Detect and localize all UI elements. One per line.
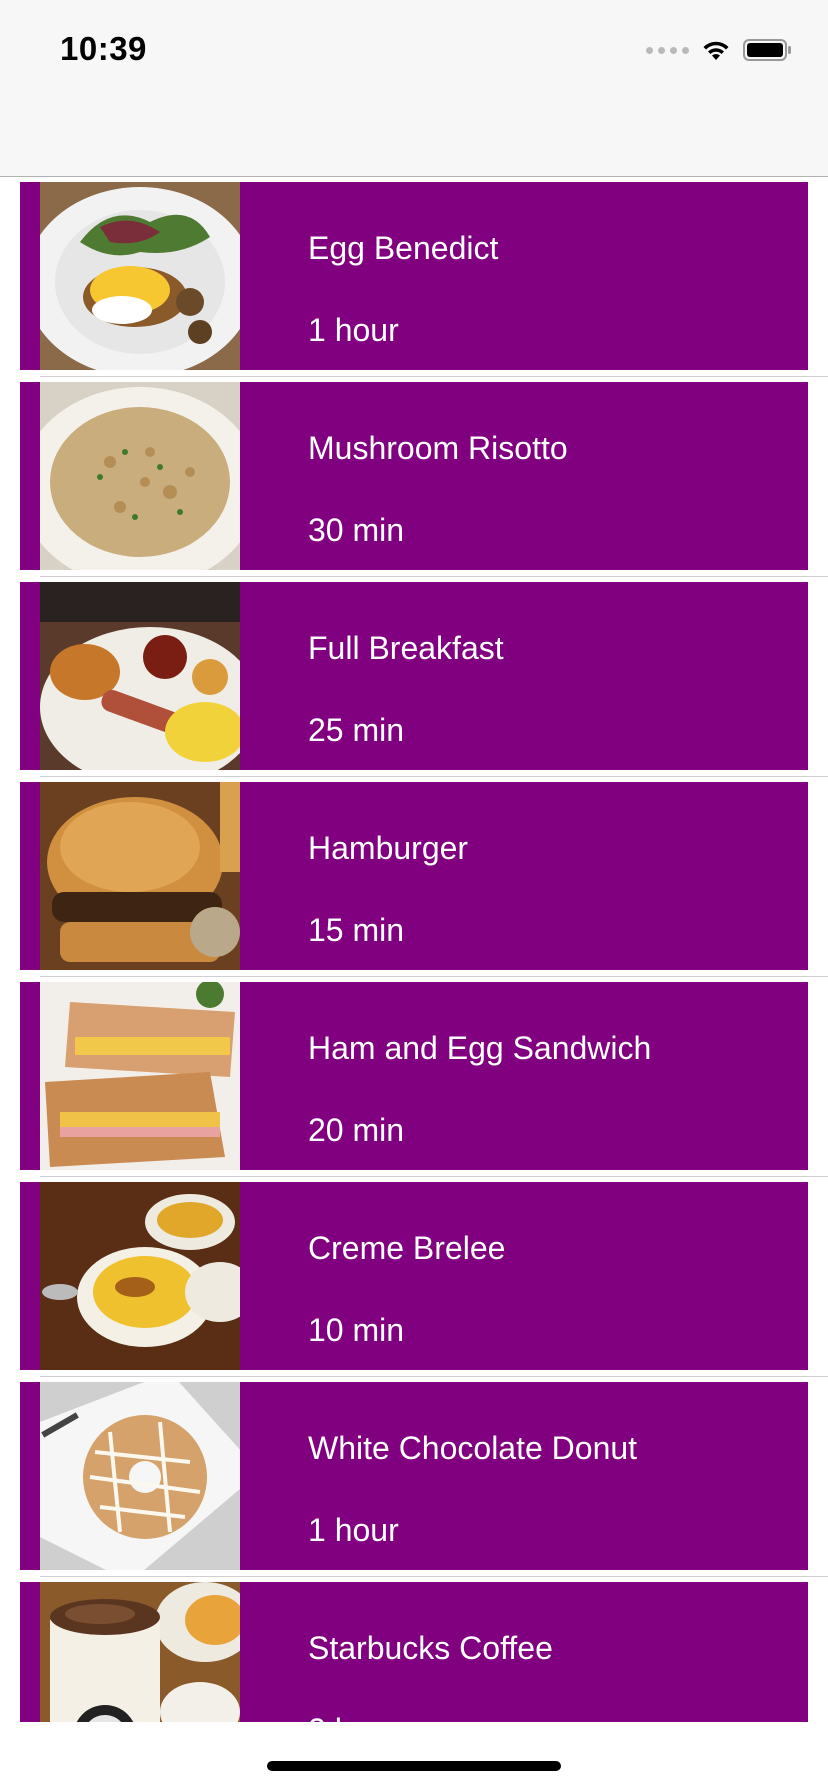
signal-dots-icon bbox=[646, 46, 689, 54]
egg-benedict-photo bbox=[40, 182, 240, 370]
recipe-card[interactable]: Ham and Egg Sandwich 20 min bbox=[20, 982, 808, 1170]
status-time: 10:39 bbox=[60, 30, 147, 67]
recipe-card[interactable]: Full Breakfast 25 min bbox=[20, 582, 808, 770]
starbucks-coffee-photo bbox=[40, 1582, 240, 1722]
recipe-thumbnail bbox=[40, 582, 240, 770]
recipe-thumbnail bbox=[40, 982, 240, 1170]
home-area bbox=[0, 1722, 828, 1792]
wifi-icon bbox=[703, 41, 729, 60]
recipe-card[interactable]: White Chocolate Donut 1 hour bbox=[20, 1382, 808, 1570]
full-breakfast-photo bbox=[40, 582, 240, 770]
recipe-duration: 15 min bbox=[308, 912, 405, 948]
recipe-row[interactable]: Ham and Egg Sandwich 20 min bbox=[0, 977, 828, 1177]
recipe-name: Egg Benedict bbox=[308, 230, 499, 266]
recipe-row[interactable]: Full Breakfast 25 min bbox=[0, 577, 828, 777]
navigation-bar bbox=[0, 100, 828, 177]
battery-icon bbox=[743, 39, 791, 61]
recipe-name: Full Breakfast bbox=[308, 630, 504, 666]
recipe-duration: 1 hour bbox=[308, 1512, 399, 1548]
recipe-row[interactable]: Creme Brelee 10 min bbox=[0, 1177, 828, 1377]
recipe-row[interactable]: Starbucks Coffee 2 hour bbox=[0, 1577, 828, 1722]
recipe-name: Hamburger bbox=[308, 830, 469, 866]
recipe-name: White Chocolate Donut bbox=[308, 1430, 638, 1466]
recipe-duration: 10 min bbox=[308, 1312, 405, 1348]
recipe-card[interactable]: Hamburger 15 min bbox=[20, 782, 808, 970]
recipe-row[interactable]: Egg Benedict 1 hour bbox=[0, 177, 828, 377]
home-indicator[interactable] bbox=[267, 1761, 561, 1771]
recipe-list[interactable]: Egg Benedict 1 hour Mushroom Risotto 30 mi… bbox=[0, 177, 828, 1722]
recipe-thumbnail bbox=[40, 182, 240, 370]
recipe-name: Starbucks Coffee bbox=[308, 1630, 553, 1666]
ham-egg-sandwich-photo bbox=[40, 982, 240, 1170]
recipe-thumbnail bbox=[40, 782, 240, 970]
recipe-thumbnail bbox=[40, 1582, 240, 1722]
recipe-thumbnail bbox=[40, 1382, 240, 1570]
hamburger-photo bbox=[40, 782, 240, 970]
recipe-row[interactable]: Mushroom Risotto 30 min bbox=[0, 377, 828, 577]
white-chocolate-donut-photo bbox=[40, 1382, 240, 1570]
recipe-name: Creme Brelee bbox=[308, 1230, 506, 1266]
recipe-card[interactable]: Egg Benedict 1 hour bbox=[20, 182, 808, 370]
recipe-name: Ham and Egg Sandwich bbox=[308, 1030, 652, 1066]
mushroom-risotto-photo bbox=[40, 382, 240, 570]
recipe-duration: 25 min bbox=[308, 712, 405, 748]
recipe-row[interactable]: White Chocolate Donut 1 hour bbox=[0, 1377, 828, 1577]
recipe-row[interactable]: Hamburger 15 min bbox=[0, 777, 828, 977]
recipe-card[interactable]: Starbucks Coffee 2 hour bbox=[20, 1582, 808, 1722]
recipe-card[interactable]: Creme Brelee 10 min bbox=[20, 1182, 808, 1370]
recipe-card[interactable]: Mushroom Risotto 30 min bbox=[20, 382, 808, 570]
creme-brelee-photo bbox=[40, 1182, 240, 1370]
recipe-duration: 30 min bbox=[308, 512, 405, 548]
recipe-duration: 20 min bbox=[308, 1112, 405, 1148]
status-bar: 10:39 bbox=[0, 0, 828, 100]
status-icons bbox=[646, 35, 793, 65]
recipe-duration: 1 hour bbox=[308, 312, 399, 348]
recipe-thumbnail bbox=[40, 382, 240, 570]
recipe-thumbnail bbox=[40, 1182, 240, 1370]
recipe-name: Mushroom Risotto bbox=[308, 430, 568, 466]
recipe-duration: 2 hour bbox=[308, 1712, 399, 1722]
